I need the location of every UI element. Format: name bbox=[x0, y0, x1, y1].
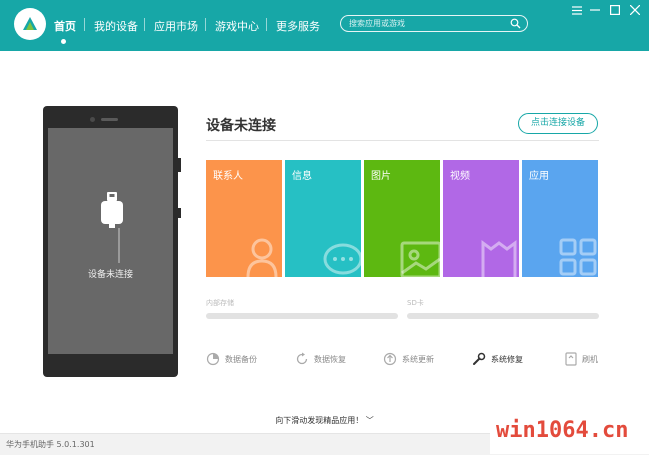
menu-icon bbox=[572, 5, 582, 15]
tool-label: 数据恢复 bbox=[314, 354, 346, 364]
nav-divider bbox=[84, 18, 85, 31]
minimize-icon bbox=[590, 9, 600, 11]
nav-active-indicator bbox=[61, 39, 66, 44]
logo-icon bbox=[23, 17, 37, 30]
menu-button[interactable] bbox=[570, 3, 584, 17]
tile-label: 图片 bbox=[371, 171, 391, 182]
chevron-down-icon: ﹀ bbox=[365, 416, 374, 425]
close-button[interactable] bbox=[628, 3, 642, 17]
contact-icon bbox=[246, 238, 278, 277]
phone-disconnected-label: 设备未连接 bbox=[87, 270, 133, 280]
message-icon bbox=[323, 243, 361, 275]
nav-divider bbox=[266, 18, 267, 31]
nav-home[interactable]: 首页 bbox=[54, 18, 76, 34]
backup-icon bbox=[206, 352, 220, 366]
tool-data-backup[interactable]: 数据备份 bbox=[206, 352, 257, 366]
tile-pictures[interactable]: 图片 bbox=[364, 160, 440, 277]
tile-label: 信息 bbox=[292, 171, 312, 182]
maximize-button[interactable] bbox=[608, 3, 622, 17]
tool-data-restore[interactable]: 数据恢复 bbox=[295, 352, 346, 366]
usb-plug-icon bbox=[101, 192, 123, 228]
device-status-title: 设备未连接 bbox=[206, 118, 276, 134]
watermark-text: win1064.cn bbox=[496, 418, 629, 443]
usb-cable bbox=[118, 228, 120, 263]
internal-storage-label: 内部存储 bbox=[206, 299, 234, 307]
minimize-button[interactable] bbox=[588, 3, 602, 17]
divider bbox=[206, 140, 599, 141]
close-icon bbox=[630, 5, 640, 15]
phone-screen bbox=[48, 128, 173, 354]
phone-side-button bbox=[178, 208, 181, 218]
scroll-hint-text: 向下滑动发现精品应用！ bbox=[275, 416, 364, 425]
sd-card-bar bbox=[407, 313, 599, 319]
search-box[interactable] bbox=[340, 15, 528, 32]
nav-divider bbox=[205, 18, 206, 31]
search-icon[interactable] bbox=[510, 18, 521, 29]
restore-icon bbox=[296, 352, 308, 365]
tile-label: 视频 bbox=[450, 171, 470, 182]
tile-label: 应用 bbox=[529, 171, 549, 182]
top-bar: 首页 我的设备 应用市场 游戏中心 更多服务 bbox=[0, 0, 649, 51]
tile-messages[interactable]: 信息 bbox=[285, 160, 361, 277]
nav-my-device[interactable]: 我的设备 bbox=[94, 18, 138, 34]
tool-label: 数据备份 bbox=[225, 354, 257, 364]
tile-contacts[interactable]: 联系人 bbox=[206, 160, 282, 277]
update-icon bbox=[383, 352, 397, 366]
phone-speaker bbox=[101, 118, 118, 121]
video-icon bbox=[481, 240, 517, 277]
nav-game-center[interactable]: 游戏中心 bbox=[215, 18, 259, 34]
tool-label: 系统修复 bbox=[491, 354, 523, 364]
nav-more-services[interactable]: 更多服务 bbox=[276, 18, 320, 34]
picture-icon bbox=[400, 241, 440, 277]
tool-flash[interactable]: 刷机 bbox=[565, 352, 598, 366]
maximize-icon bbox=[610, 5, 620, 15]
sd-card-label: SD卡 bbox=[407, 299, 424, 307]
phone-side-button bbox=[178, 158, 181, 172]
version-label: 华为手机助手 5.0.1.301 bbox=[6, 440, 95, 449]
tool-label: 系统更新 bbox=[402, 354, 434, 364]
search-input[interactable] bbox=[349, 16, 499, 31]
phone-camera bbox=[90, 117, 95, 122]
tile-videos[interactable]: 视频 bbox=[443, 160, 519, 277]
app-logo[interactable] bbox=[14, 8, 46, 40]
tool-system-update[interactable]: 系统更新 bbox=[383, 352, 434, 366]
flash-icon bbox=[565, 352, 577, 366]
internal-storage-bar bbox=[206, 313, 398, 319]
nav-divider bbox=[144, 18, 145, 31]
tool-label: 刷机 bbox=[582, 354, 598, 364]
apps-icon bbox=[559, 238, 597, 276]
tile-label: 联系人 bbox=[213, 171, 243, 182]
nav-app-market[interactable]: 应用市场 bbox=[154, 18, 198, 34]
wrench-icon bbox=[473, 352, 486, 365]
phone-illustration bbox=[43, 106, 178, 377]
tool-system-repair[interactable]: 系统修复 bbox=[472, 352, 523, 366]
connect-device-button[interactable]: 点击连接设备 bbox=[518, 113, 598, 134]
tile-apps[interactable]: 应用 bbox=[522, 160, 598, 277]
